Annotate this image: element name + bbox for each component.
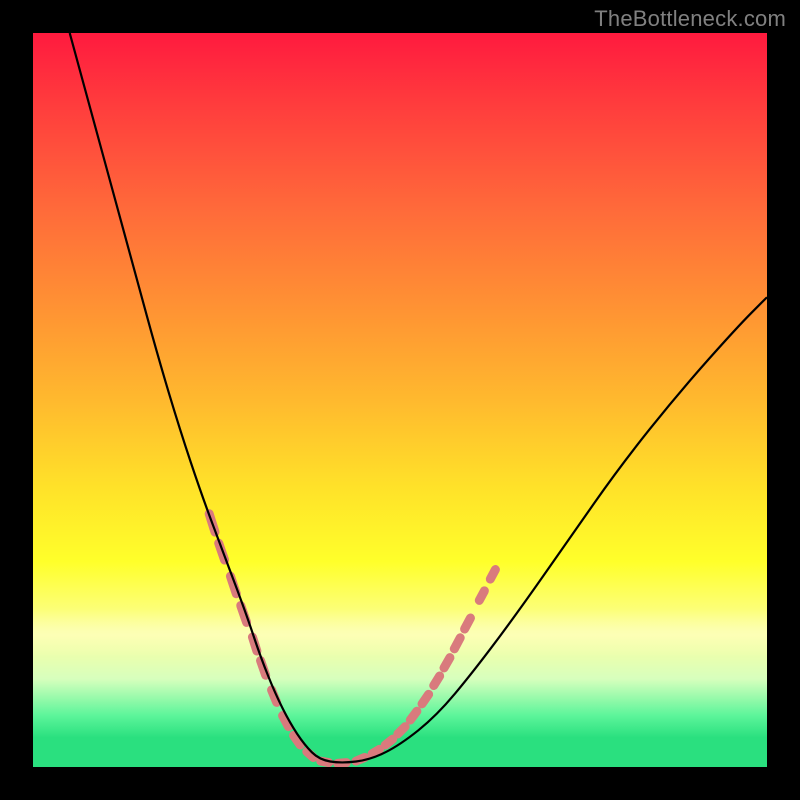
dash-segment: [454, 638, 460, 649]
dash-segment: [385, 739, 392, 745]
dash-segment: [465, 618, 471, 629]
curve-svg: [33, 33, 767, 767]
dash-segment: [398, 727, 405, 734]
dash-segment: [372, 749, 379, 753]
dash-segment: [490, 570, 495, 580]
bottleneck-curve: [70, 33, 767, 762]
chart-frame: TheBottleneck.com: [0, 0, 800, 800]
dash-segment: [444, 658, 450, 668]
dash-segment: [410, 711, 417, 720]
dash-segment: [422, 694, 429, 704]
highlight-dashes: [209, 514, 495, 764]
dash-segment: [479, 591, 484, 601]
watermark-text: TheBottleneck.com: [594, 6, 786, 32]
plot-area: [33, 33, 767, 767]
dash-segment: [434, 676, 440, 686]
